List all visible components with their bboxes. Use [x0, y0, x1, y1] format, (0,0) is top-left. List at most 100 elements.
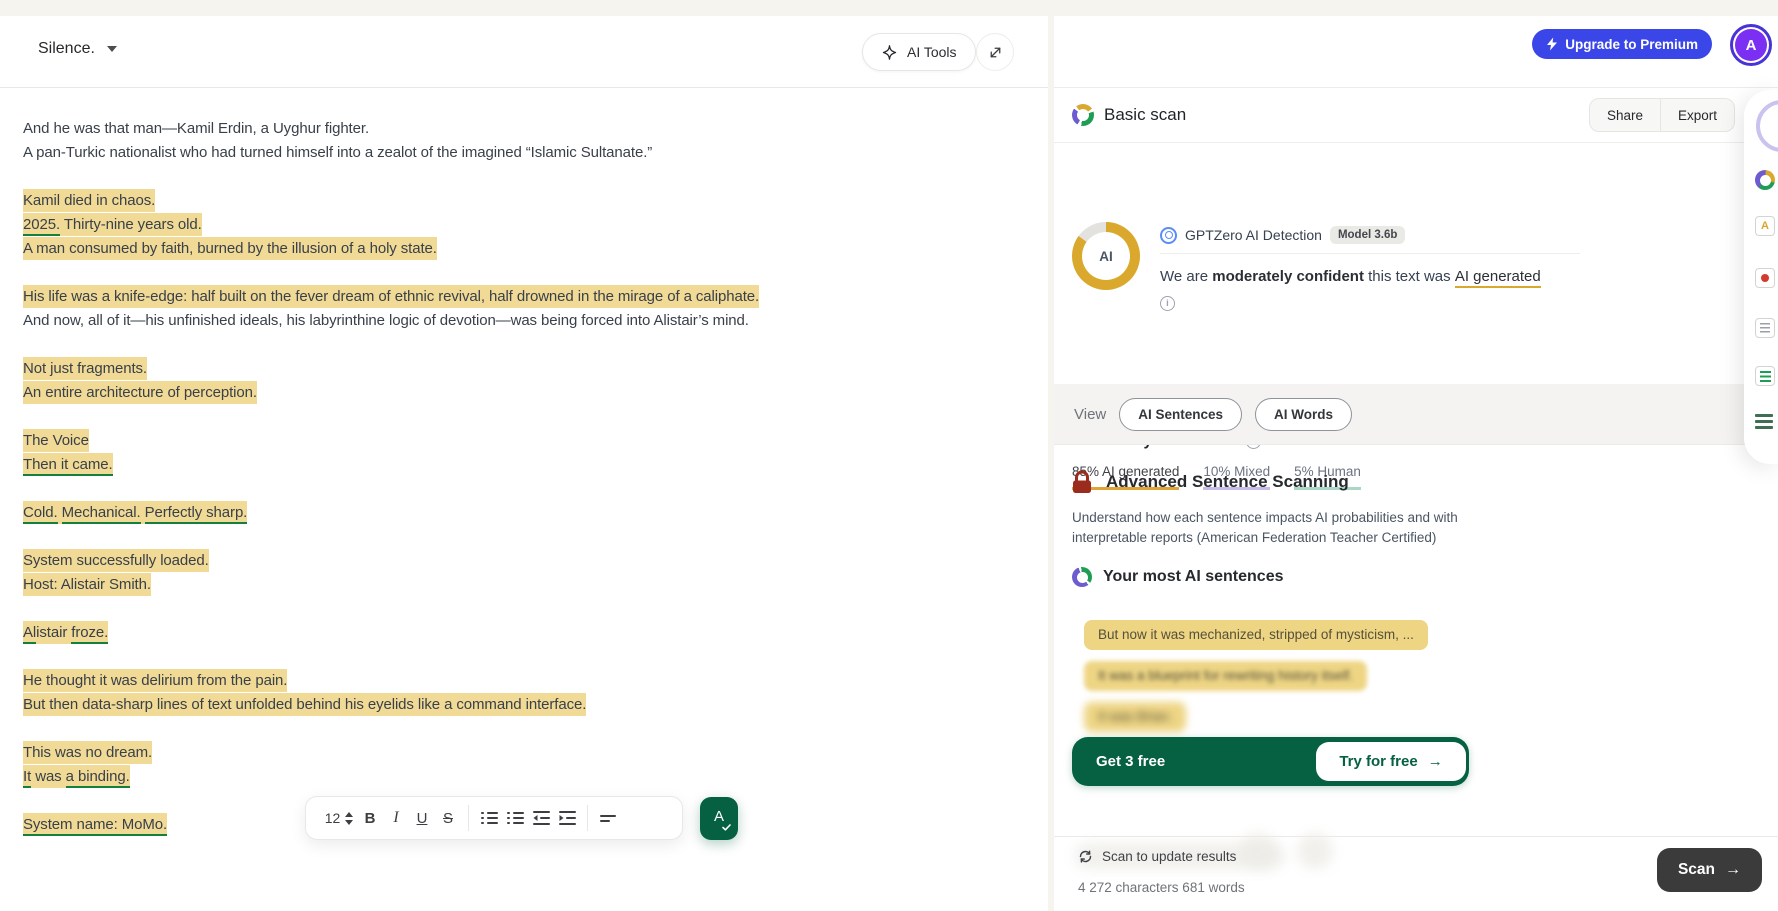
- sparkle-icon: [881, 44, 898, 61]
- scan-results-panel: Upgrade to Premium A Basic scan Share Ex…: [1054, 16, 1778, 911]
- share-export-group: Share Export: [1589, 98, 1735, 132]
- document-line[interactable]: Host: Alistair Smith.: [23, 573, 1028, 597]
- outdent-button[interactable]: [528, 803, 554, 833]
- underline-button[interactable]: U: [409, 803, 435, 833]
- blurred-decor: [1297, 833, 1333, 869]
- bullet-list-icon: [507, 812, 524, 824]
- indent-button[interactable]: [554, 803, 580, 833]
- font-size-stepper[interactable]: 12: [321, 803, 357, 833]
- paragraph-gap: [23, 717, 1028, 741]
- document-line[interactable]: And he was that man—Kamil Erdin, a Uyghu…: [23, 117, 1028, 141]
- view-label: View: [1074, 406, 1106, 423]
- confidence-prefix: We are: [1160, 268, 1212, 285]
- document-line[interactable]: But then data-sharp lines of text unfold…: [23, 693, 1028, 717]
- upgrade-premium-button[interactable]: Upgrade to Premium: [1532, 29, 1712, 59]
- scan-button[interactable]: Scan →: [1657, 848, 1762, 892]
- paragraph-gap: [23, 333, 1028, 357]
- document-line[interactable]: The Voice: [23, 429, 1028, 453]
- view-options: AI Sentences AI Words: [1119, 398, 1352, 431]
- lock-icon: [1072, 470, 1092, 494]
- grammar-letter: A: [714, 808, 724, 825]
- ai-highlighted-text: But then data-sharp lines of text unfold…: [23, 693, 586, 716]
- ai-highlighted-text: froze.: [71, 621, 108, 644]
- advanced-scanning-header: Advanced Sentence Scanning: [1072, 470, 1349, 494]
- document-body[interactable]: And he was that man—Kamil Erdin, a Uyghu…: [0, 88, 1048, 837]
- gauge-label: AI: [1072, 222, 1140, 290]
- ordered-list-button[interactable]: [476, 803, 502, 833]
- bold-button[interactable]: B: [357, 803, 383, 833]
- ai-highlighted-text: System name: MoMo.: [23, 813, 167, 836]
- align-button[interactable]: [595, 803, 621, 833]
- document-report-icon[interactable]: [1755, 318, 1775, 338]
- scan-logo-icon[interactable]: [1755, 170, 1775, 190]
- model-badge: Model 3.6b: [1330, 226, 1405, 244]
- document-title: Silence.: [38, 40, 95, 58]
- document-line[interactable]: His life was a knife-edge: half built on…: [23, 285, 1028, 309]
- ai-sentence-pill[interactable]: It was a blueprint for rewriting history…: [1084, 661, 1367, 691]
- try-for-free-button[interactable]: Try for free →: [1316, 742, 1466, 781]
- get-free-banner[interactable]: Get 3 free Try for free →: [1072, 737, 1469, 786]
- italic-button[interactable]: I: [383, 803, 409, 833]
- document-line[interactable]: Then it came.: [23, 453, 1028, 477]
- bullet-list-button[interactable]: [502, 803, 528, 833]
- strikethrough-button[interactable]: S: [435, 803, 461, 833]
- gptzero-logo-icon: [1160, 227, 1177, 244]
- ai-highlighted-text: His life was a knife-edge: half built on…: [23, 285, 759, 308]
- ai-highlighted-text: This was no dream.: [23, 741, 152, 764]
- ai-highlighted-text: The Voice: [23, 429, 89, 452]
- arrow-right-icon: →: [1725, 861, 1741, 879]
- document-line[interactable]: System successfully loaded.: [23, 549, 1028, 573]
- divider: [1160, 253, 1580, 254]
- ai-tools-button[interactable]: AI Tools: [862, 33, 976, 71]
- document-line[interactable]: Alistair froze.: [23, 621, 1028, 645]
- document-line[interactable]: It was a binding.: [23, 765, 1028, 789]
- document-line[interactable]: 2025. Thirty-nine years old.: [23, 213, 1028, 237]
- list-report-icon[interactable]: [1755, 414, 1775, 434]
- document-line[interactable]: Not just fragments.: [23, 357, 1028, 381]
- document-line[interactable]: An entire architecture of perception.: [23, 381, 1028, 405]
- chevron-down-icon: [107, 46, 117, 52]
- paragraph-gap: [23, 477, 1028, 501]
- ai-sentence-pill[interactable]: But now it was mechanized, stripped of m…: [1084, 620, 1428, 650]
- document-line[interactable]: This was no dream.: [23, 741, 1028, 765]
- document-line[interactable]: Kamil died in chaos.: [23, 189, 1028, 213]
- ai-sentence-list: But now it was mechanized, stripped of m…: [1084, 620, 1428, 732]
- ai-sentence-pill[interactable]: It was Brian.: [1084, 702, 1186, 732]
- document-line[interactable]: Cold. Mechanical. Perfectly sharp.: [23, 501, 1028, 525]
- share-button[interactable]: Share: [1590, 99, 1660, 131]
- confidence-middle: this text was: [1364, 268, 1455, 285]
- ai-generated-link[interactable]: AI generated: [1455, 268, 1541, 288]
- view-toggle-band: View AI Sentences AI Words: [1054, 384, 1778, 445]
- ai-highlighted-text: [58, 501, 62, 524]
- plagiarism-icon[interactable]: [1755, 268, 1775, 288]
- most-ai-sentences-title: Your most AI sentences: [1103, 568, 1284, 586]
- rescan-hint[interactable]: Scan to update results: [1078, 849, 1236, 864]
- ai-tools-label: AI Tools: [907, 44, 957, 60]
- expand-button[interactable]: [976, 33, 1014, 71]
- text-format-toolbar: 12 B I U S: [305, 796, 683, 840]
- ai-highlighted-text: was: [31, 765, 66, 788]
- document-text: And now, all of it—his unfinished ideals…: [23, 312, 749, 329]
- upgrade-label: Upgrade to Premium: [1565, 37, 1698, 52]
- detection-section: AI GPTZero AI Detection Model 3.6b We ar…: [1054, 144, 1778, 384]
- detection-brand: GPTZero AI Detection: [1185, 227, 1322, 243]
- view-option-ai-words[interactable]: AI Words: [1255, 398, 1352, 431]
- document-line[interactable]: A pan-Turkic nationalist who had turned …: [23, 141, 1028, 165]
- document-line[interactable]: A man consumed by faith, burned by the i…: [23, 237, 1028, 261]
- document-line[interactable]: And now, all of it—his unfinished ideals…: [23, 309, 1028, 333]
- ai-grader-icon[interactable]: A: [1755, 216, 1775, 236]
- document-line[interactable]: He thought it was delirium from the pain…: [23, 669, 1028, 693]
- table-report-icon[interactable]: [1755, 366, 1775, 386]
- avatar[interactable]: A: [1730, 24, 1772, 66]
- ai-highlighted-text: Perfectly sharp.: [145, 501, 248, 524]
- refresh-icon: [1078, 849, 1093, 864]
- export-button[interactable]: Export: [1661, 99, 1734, 131]
- grammar-check-button[interactable]: A: [700, 797, 738, 840]
- confidence-emphasis: moderately confident: [1212, 268, 1364, 285]
- document-title-dropdown[interactable]: Silence.: [38, 40, 117, 58]
- info-icon[interactable]: i: [1160, 296, 1175, 311]
- paragraph-gap: [23, 645, 1028, 669]
- ordered-list-icon: [481, 812, 498, 824]
- view-option-ai-sentences[interactable]: AI Sentences: [1119, 398, 1242, 431]
- ai-highlighted-text: It: [23, 765, 31, 788]
